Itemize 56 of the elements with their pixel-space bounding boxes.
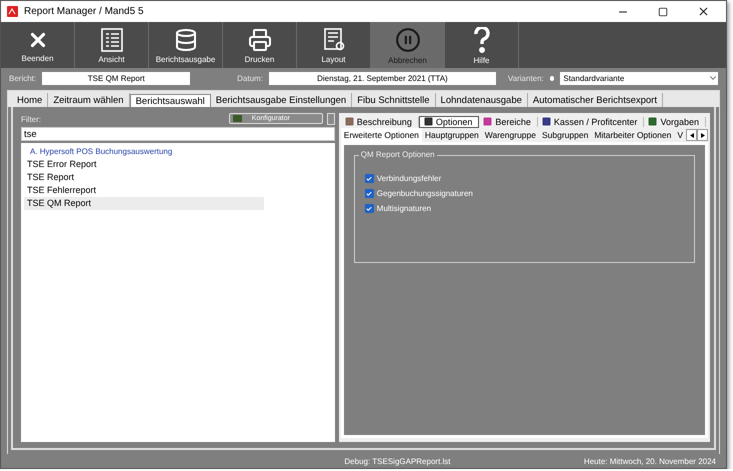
checkbox[interactable] — [364, 189, 374, 198]
option-tab[interactable]: Hauptgruppen — [422, 128, 482, 142]
report-item[interactable]: TSE Report — [24, 171, 264, 184]
tab[interactable]: Berichtsausgabe Einstellungen — [210, 93, 352, 107]
option-tab[interactable]: Erweiterte Optionen — [340, 128, 422, 142]
help-icon — [472, 27, 490, 53]
filter-label: Filter: — [21, 114, 41, 124]
variant-dropdown[interactable]: Standardvariante — [560, 72, 718, 84]
tab[interactable]: Lohndatenausgabe — [436, 93, 528, 107]
option-tab[interactable]: Mitarbeiter Optionen — [591, 128, 674, 142]
tab-icon — [424, 117, 433, 126]
database-icon — [174, 28, 198, 52]
option-tab[interactable]: Subgruppen — [538, 128, 592, 142]
detail-tab[interactable]: Beschreibung — [340, 116, 419, 126]
scroll-right-icon[interactable] — [697, 129, 708, 141]
field-label: Bericht: — [9, 74, 36, 82]
checkbox[interactable] — [364, 174, 374, 183]
list-icon — [100, 28, 124, 52]
report-field[interactable]: TSE QM Report — [42, 72, 190, 84]
tab[interactable]: Automatischer Berichtsexport — [528, 93, 663, 107]
option-tab[interactable]: V — [674, 128, 686, 142]
checkbox-label: Gegenbuchungssignaturen — [376, 189, 473, 198]
tab[interactable]: Fibu Schnittstelle — [352, 93, 436, 107]
tab[interactable]: Berichtsauswahl — [130, 94, 211, 107]
checkbox[interactable] — [364, 204, 374, 213]
window-title: Report Manager / Mand5 5 — [24, 6, 145, 17]
today-date: Heute: Mittwoch, 20. November 2024 — [584, 456, 716, 466]
tab-icon — [648, 117, 658, 126]
detail-tab[interactable]: Vorgaben — [644, 116, 706, 126]
group-title: QM Report Optionen — [358, 150, 437, 159]
tab[interactable]: Home — [12, 93, 48, 107]
option-tab[interactable]: Warengruppe — [482, 128, 539, 142]
field-label: Datum: — [237, 74, 263, 82]
radio-dot-icon[interactable] — [550, 76, 554, 80]
document-gear-icon — [322, 28, 346, 52]
pause-icon — [394, 27, 420, 53]
tab-icon — [483, 117, 492, 126]
app-logo-icon — [7, 6, 18, 17]
filter-field[interactable]: tse — [21, 127, 335, 141]
report-item[interactable]: TSE Error Report — [24, 158, 264, 171]
checkbox-label: Multisignaturen — [376, 204, 432, 213]
tab-icon — [542, 117, 551, 126]
detail-tab[interactable]: Bereiche — [479, 116, 538, 126]
report-item[interactable]: TSE QM Report — [24, 197, 264, 210]
scroll-left-icon[interactable] — [686, 129, 697, 141]
detail-tab[interactable]: Optionen — [418, 116, 480, 128]
debug-text: Debug: TSESigGAPReport.lst — [343, 456, 452, 466]
detail-tab[interactable]: Kassen / Profitcenter — [538, 116, 644, 126]
tab-icon — [344, 117, 354, 126]
printer-icon — [248, 28, 272, 52]
checkbox-label: Verbindungsfehler — [376, 174, 442, 183]
date-field[interactable]: Dienstag, 21. September 2021 (TTA) — [268, 72, 496, 84]
report-item[interactable]: TSE Fehlerreport — [24, 184, 264, 197]
group-header: A. Hypersoft POS Buchungsauswertung — [29, 146, 174, 158]
small-button[interactable] — [326, 113, 335, 125]
field-label: Varianten: — [508, 74, 544, 82]
